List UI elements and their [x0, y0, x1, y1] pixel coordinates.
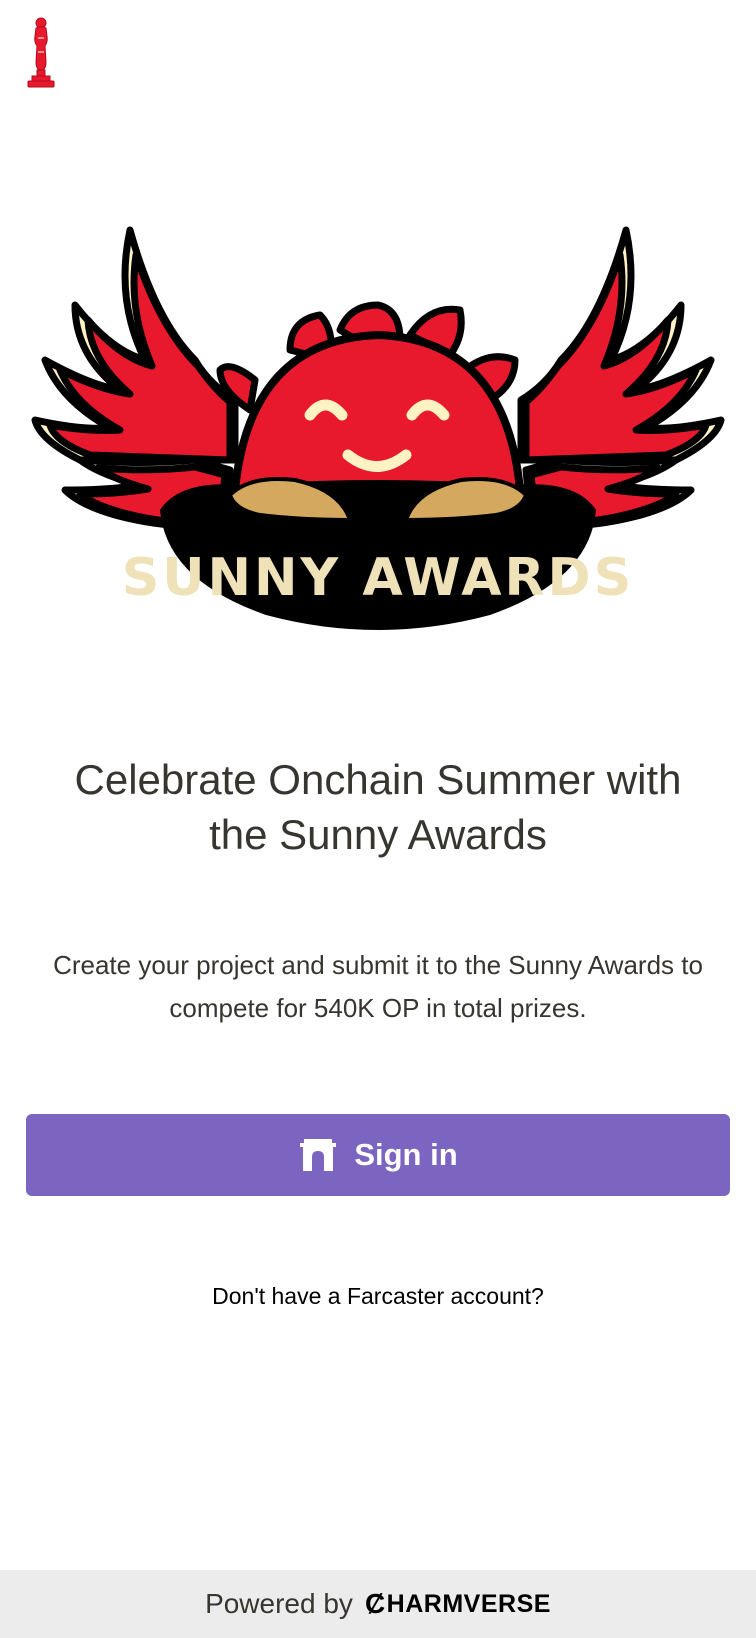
footer: Powered by Ȼ HARMVERSE — [0, 1570, 756, 1638]
charmverse-wordmark: HARMVERSE — [386, 1589, 551, 1618]
sunny-awards-logo: SUNNY AWARDS — [31, 226, 725, 630]
trophy-statue-icon[interactable] — [26, 16, 56, 90]
charmverse-mark-icon: Ȼ — [364, 1588, 386, 1619]
farcaster-icon — [300, 1139, 337, 1171]
no-farcaster-account-link[interactable]: Don't have a Farcaster account? — [0, 1283, 756, 1310]
page: SUNNY AWARDS Celebrate Onchain Summer wi… — [0, 0, 756, 1638]
sign-in-button[interactable]: Sign in — [26, 1114, 730, 1196]
charmverse-logo[interactable]: Ȼ HARMVERSE — [365, 1588, 551, 1620]
powered-by-label: Powered by — [205, 1588, 353, 1619]
top-bar — [0, 0, 756, 110]
sign-in-label: Sign in — [354, 1137, 458, 1172]
page-title: Celebrate Onchain Summer with the Sunny … — [74, 756, 682, 858]
page-description: Create your project and submit it to the… — [53, 950, 703, 1023]
logo-text: SUNNY AWARDS — [122, 548, 634, 608]
